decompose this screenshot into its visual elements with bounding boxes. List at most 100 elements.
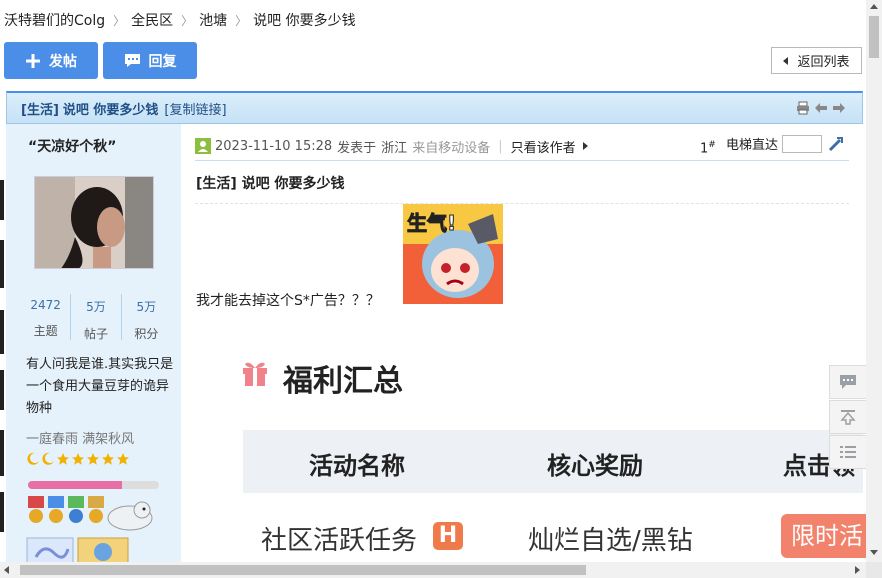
star-icon — [72, 453, 84, 465]
stat-posts[interactable]: 5万 帖子 — [70, 294, 120, 341]
list-tool[interactable] — [829, 435, 867, 469]
breadcrumb-item-thread[interactable]: 说吧 你要多少钱 — [253, 10, 355, 30]
breadcrumb-item-section[interactable]: 全民区 — [131, 10, 173, 30]
medals[interactable] — [26, 494, 166, 534]
jump-go-icon[interactable] — [828, 136, 844, 152]
comment-icon — [840, 375, 856, 389]
floor-jump: 电梯直达 — [726, 134, 844, 153]
breadcrumb-separator: 〉 — [113, 13, 126, 28]
post-meta: 2023-11-10 15:28 发表于 浙江 来自移动设备 | 只看该作者 — [195, 136, 588, 156]
level-progress-fill — [28, 481, 123, 489]
user-name[interactable]: “天凉好个秋” — [28, 136, 116, 156]
comment-icon — [124, 53, 141, 68]
level-progress-bar — [28, 481, 159, 489]
post-location: 浙江 — [381, 140, 408, 156]
breadcrumb-separator: 〉 — [181, 13, 194, 28]
meta-divider: | — [498, 138, 503, 154]
thread-tools — [796, 101, 846, 115]
return-to-list-label: 返回列表 — [797, 55, 850, 70]
post-device[interactable]: 来自移动设备 — [412, 137, 490, 156]
vertical-scrollbar[interactable] — [866, 0, 882, 562]
stat-posts-value: 5万 — [86, 300, 106, 314]
post: 2023-11-10 15:28 发表于 浙江 来自移动设备 | 只看该作者 1… — [181, 124, 871, 564]
stat-topics-label: 主题 — [33, 324, 58, 338]
stat-points-label: 积分 — [134, 327, 159, 341]
breadcrumb: 沃特碧们的Colg 〉 全民区 〉 池塘 〉 说吧 你要多少钱 — [0, 0, 866, 40]
user-profile-column: “天凉好个秋” 2472 主题 5万 帖子 5万 积分 有人问我是谁.其实我只是… — [6, 124, 181, 567]
back-to-top-icon — [840, 410, 856, 425]
avatar[interactable] — [34, 176, 154, 269]
post-body-text: 我才能去掉这个S*广告？？？ — [196, 293, 380, 309]
floating-toolbar — [829, 365, 867, 470]
sticker-image: 生气! — [403, 204, 503, 304]
plus-icon — [25, 53, 41, 69]
star-icon — [57, 453, 69, 465]
gift-icon — [243, 362, 267, 386]
user-level-icons — [26, 452, 130, 466]
star-icon — [87, 453, 99, 465]
floor-number-sup: # — [708, 140, 716, 150]
user-stats: 2472 主题 5万 帖子 5万 积分 — [21, 294, 171, 341]
scroll-down-icon[interactable] — [870, 550, 878, 555]
user-icon — [195, 138, 211, 154]
breadcrumb-separator: 〉 — [235, 13, 248, 28]
new-post-label: 发帖 — [49, 53, 77, 70]
limited-event-button[interactable]: 限时活 — [781, 514, 871, 558]
floor-number: 1# — [700, 140, 716, 156]
star-icon — [117, 453, 129, 465]
scrollbar-corner — [866, 562, 882, 578]
core-reward: 灿烂自选/黑钻 — [528, 526, 693, 556]
stat-points[interactable]: 5万 积分 — [120, 294, 171, 341]
quick-reply-tool[interactable] — [829, 365, 867, 399]
welfare-title: 福利汇总 — [283, 364, 403, 399]
floor-jump-input[interactable] — [782, 134, 823, 153]
moon-icon — [42, 452, 54, 465]
thread-header: [生活] 说吧 你要多少钱 [复制链接] — [6, 91, 863, 124]
activity-name: 社区活跃任务 — [261, 526, 418, 556]
return-to-list-button[interactable]: 返回列表 — [771, 47, 862, 74]
post-title: [生活] 说吧 你要多少钱 — [196, 176, 345, 192]
only-author-link[interactable]: 只看该作者 — [511, 137, 576, 156]
print-icon[interactable] — [796, 101, 810, 115]
thread-title: 说吧 你要多少钱 — [62, 102, 159, 118]
floor-jump-label: 电梯直达 — [726, 138, 779, 153]
hot-badge: H — [433, 522, 463, 550]
scroll-left-icon[interactable] — [4, 566, 9, 574]
user-motto: 一庭春雨 满架秋风 — [26, 432, 135, 447]
stat-topics[interactable]: 2472 主题 — [21, 294, 70, 340]
arrow-left-icon — [783, 56, 789, 65]
breadcrumb-item-forum[interactable]: 池塘 — [199, 10, 227, 30]
star-icon — [102, 453, 114, 465]
thread-category[interactable]: [生活] — [21, 99, 59, 118]
chevron-right-icon[interactable] — [582, 142, 588, 150]
horizontal-scrollbar[interactable] — [0, 562, 866, 578]
reply-button[interactable]: 回复 — [103, 42, 197, 79]
title-divider-line — [195, 203, 849, 204]
horizontal-scroll-thumb[interactable] — [20, 565, 586, 575]
welfare-table-row: 社区活跃任务 H 灿烂自选/黑钻 限时活 — [243, 510, 871, 564]
page: 沃特碧们的Colg 〉 全民区 〉 池塘 〉 说吧 你要多少钱 发帖 回复 返回… — [0, 0, 882, 578]
welfare-table-header: 活动名称 核心奖励 点击领 — [243, 430, 863, 493]
stat-topics-value: 2472 — [30, 298, 61, 312]
meta-divider-line — [195, 160, 849, 161]
header-activity-name: 活动名称 — [309, 452, 405, 480]
next-thread-icon[interactable] — [832, 101, 846, 115]
reply-label: 回复 — [148, 53, 177, 70]
header-core-reward: 核心奖励 — [547, 452, 643, 480]
moon-icon — [27, 452, 39, 465]
sticker-text: 生气! — [407, 211, 456, 235]
list-icon — [840, 446, 856, 458]
posted-at-label: 发表于 — [337, 140, 377, 156]
new-post-button[interactable]: 发帖 — [4, 42, 98, 79]
welfare-panel: 福利汇总 活动名称 核心奖励 点击领 社区活跃任务 H 灿烂自选/黑钻 限时活 — [181, 320, 871, 564]
copy-link[interactable]: [复制链接] — [164, 99, 226, 118]
previous-thread-icon[interactable] — [814, 101, 828, 115]
vertical-scroll-thumb[interactable] — [869, 16, 879, 58]
post-date: 2023-11-10 15:28 — [215, 138, 333, 154]
scroll-up-icon[interactable] — [870, 4, 878, 9]
back-to-top-tool[interactable] — [829, 400, 867, 434]
user-bio: 有人问我是谁.其实我只是一个食用大量豆芽的诡异物种 — [26, 357, 174, 416]
breadcrumb-item-site[interactable]: 沃特碧们的Colg — [4, 10, 105, 30]
stat-points-value: 5万 — [136, 300, 157, 314]
scroll-right-icon[interactable] — [855, 566, 860, 574]
